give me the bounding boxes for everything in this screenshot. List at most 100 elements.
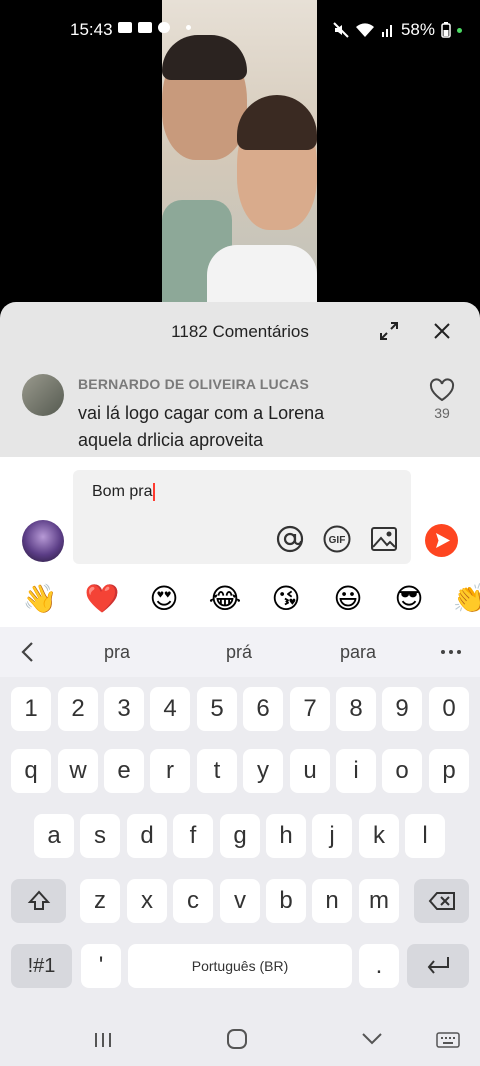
image-icon[interactable] — [369, 524, 399, 554]
space-bar[interactable]: Português (BR) — [128, 944, 352, 988]
comments-title: 1182 Comentários — [171, 322, 309, 341]
chevron-down-icon[interactable] — [361, 1032, 383, 1046]
svg-text:GIF: GIF — [329, 535, 346, 546]
shift-key[interactable] — [11, 879, 66, 923]
close-icon[interactable] — [430, 319, 454, 343]
suggestion[interactable]: para — [340, 642, 376, 663]
discord-icon — [158, 22, 170, 33]
emoji-button[interactable]: 😘 — [268, 582, 304, 616]
key[interactable]: p — [429, 749, 469, 793]
key[interactable]: q — [11, 749, 51, 793]
emoji-button[interactable]: 😎 — [391, 582, 427, 616]
key[interactable]: r — [150, 749, 190, 793]
key[interactable]: n — [312, 879, 352, 923]
video-call-icon — [118, 22, 132, 33]
suggestion[interactable]: prá — [226, 642, 252, 663]
navigation-bar — [0, 1012, 480, 1066]
heart-outline-icon[interactable] — [429, 378, 455, 402]
key[interactable]: f — [173, 814, 213, 858]
key[interactable]: m — [359, 879, 399, 923]
recents-icon[interactable] — [93, 1031, 113, 1049]
key[interactable]: j — [312, 814, 352, 858]
key[interactable]: g — [220, 814, 260, 858]
home-icon[interactable] — [226, 1028, 248, 1050]
key[interactable]: a — [34, 814, 74, 858]
comments-sheet: 1182 Comentários BERNARDO DE OLIVEIRA LU… — [0, 302, 480, 457]
comment-input-text: Bom pra — [92, 483, 153, 501]
key[interactable]: y — [243, 749, 283, 793]
backspace-icon — [428, 892, 455, 910]
text-cursor — [153, 483, 156, 501]
key[interactable]: l — [405, 814, 445, 858]
hair-right — [237, 95, 317, 150]
key[interactable]: v — [220, 879, 260, 923]
key[interactable]: z — [80, 879, 120, 923]
commenter-avatar[interactable] — [22, 374, 64, 416]
status-time: 15:43 — [70, 20, 113, 39]
key[interactable]: i — [336, 749, 376, 793]
emoji-button[interactable]: 👏 — [452, 582, 480, 616]
enter-key[interactable] — [407, 944, 469, 988]
like-count: 39 — [434, 405, 450, 421]
emoji-button[interactable]: 😍 — [146, 582, 182, 616]
dot-icon — [186, 25, 191, 30]
key[interactable]: h — [266, 814, 306, 858]
key[interactable]: 4 — [150, 687, 190, 731]
key[interactable]: e — [104, 749, 144, 793]
key[interactable]: x — [127, 879, 167, 923]
signal-icon — [381, 25, 392, 37]
emoji-button[interactable]: 😃 — [330, 582, 366, 616]
at-mention-icon[interactable] — [275, 524, 305, 554]
comment-input[interactable]: Bom pra — [73, 470, 411, 564]
backspace-key[interactable] — [414, 879, 469, 923]
battery-icon — [441, 22, 451, 38]
comment-username[interactable]: BERNARDO DE OLIVEIRA LUCAS — [78, 376, 309, 392]
emoji-button[interactable]: 👋 — [22, 582, 58, 616]
key[interactable]: c — [173, 879, 213, 923]
expand-icon[interactable] — [378, 320, 400, 342]
key[interactable]: t — [197, 749, 237, 793]
shirt-right — [207, 245, 317, 310]
key[interactable]: d — [127, 814, 167, 858]
key[interactable]: b — [266, 879, 306, 923]
user-avatar — [22, 520, 64, 562]
key[interactable]: w — [58, 749, 98, 793]
key[interactable]: 7 — [290, 687, 330, 731]
key[interactable]: s — [80, 814, 120, 858]
key[interactable]: 6 — [243, 687, 283, 731]
key[interactable]: 0 — [429, 687, 469, 731]
suggestion-bar: pra prá para — [0, 627, 480, 677]
key[interactable]: u — [290, 749, 330, 793]
symbols-key[interactable]: !#1 — [11, 944, 72, 988]
key[interactable]: 2 — [58, 687, 98, 731]
send-button[interactable] — [425, 524, 458, 557]
emoji-button[interactable]: 😂 — [207, 582, 243, 616]
shift-icon — [27, 890, 50, 910]
key[interactable]: 8 — [336, 687, 376, 731]
reply-area: Bom pra GIF 👋 ❤️ 😍 😂 😘 😃 😎 👏 — [0, 457, 480, 627]
gif-icon[interactable]: GIF — [322, 524, 352, 554]
send-icon — [436, 533, 450, 548]
emoji-button[interactable]: ❤️ — [84, 582, 120, 616]
suggestion[interactable]: pra — [104, 642, 130, 663]
keyboard-icon[interactable] — [436, 1032, 460, 1048]
period-key[interactable]: . — [359, 944, 399, 988]
video-icon — [138, 22, 152, 33]
enter-icon — [427, 957, 449, 974]
status-bar: 15:43 58% — [0, 0, 480, 60]
key[interactable]: 3 — [104, 687, 144, 731]
key[interactable]: 1 — [11, 687, 51, 731]
comment-text: vai lá logo cagar com a Lorena aquela dr… — [78, 403, 325, 450]
key[interactable]: 5 — [197, 687, 237, 731]
key[interactable]: k — [359, 814, 399, 858]
battery-percentage: 58% — [400, 20, 435, 39]
keyboard: pra prá para 1 2 3 4 5 6 7 8 9 0 q w e r… — [0, 627, 480, 1066]
apostrophe-key[interactable]: ' — [81, 944, 121, 988]
emoji-quick-bar: 👋 ❤️ 😍 😂 😘 😃 😎 👏 — [0, 582, 480, 622]
camera-in-use-dot — [457, 27, 462, 33]
chevron-left-icon[interactable] — [18, 640, 38, 664]
more-icon[interactable] — [440, 649, 462, 655]
key[interactable]: 9 — [382, 687, 422, 731]
mute-icon — [333, 22, 349, 38]
key[interactable]: o — [382, 749, 422, 793]
